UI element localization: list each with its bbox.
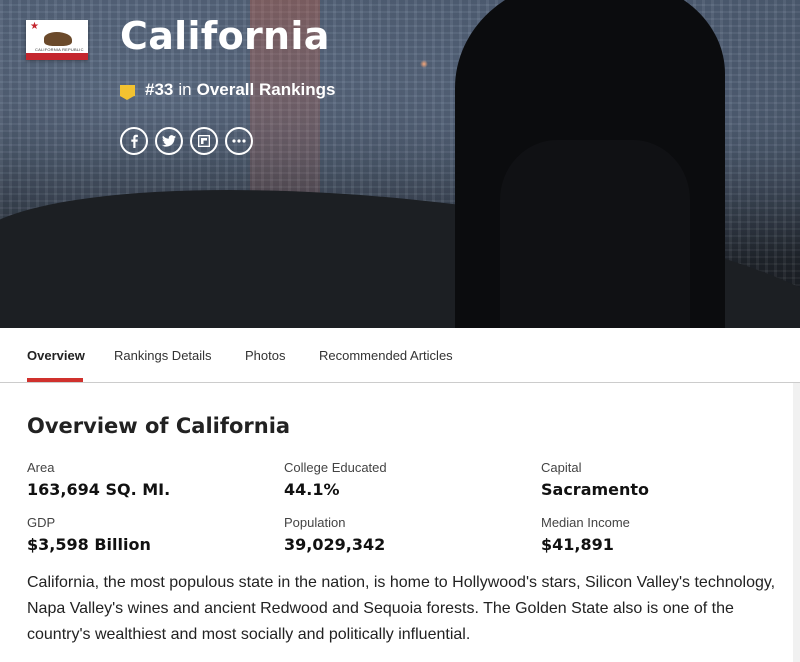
tab-overview[interactable]: Overview	[27, 348, 85, 363]
stat-label: Area	[27, 460, 55, 475]
stat-label: College Educated	[284, 460, 387, 475]
twitter-share-button[interactable]	[155, 127, 183, 155]
page-scrollbar[interactable]	[793, 383, 800, 662]
stat-population: Population 39,029,342	[284, 515, 385, 555]
overview-title: Overview of California	[27, 414, 291, 438]
stat-value: $3,598 Billion	[27, 535, 151, 554]
stat-value: 163,694 SQ. MI.	[27, 480, 171, 499]
stat-median-income: Median Income $41,891	[541, 515, 630, 555]
stat-value: Sacramento	[541, 480, 650, 499]
stat-value: $41,891	[541, 535, 614, 554]
stat-value: 39,029,342	[284, 535, 386, 554]
city-light	[420, 60, 428, 68]
flag-bear-icon	[44, 32, 72, 46]
person-silhouette-body	[500, 140, 690, 328]
tab-photos[interactable]: Photos	[245, 348, 285, 363]
page-title: California	[120, 14, 330, 58]
rank-badge-icon	[120, 84, 135, 100]
flipboard-share-button[interactable]	[190, 127, 218, 155]
flag-star-icon: ★	[30, 21, 39, 32]
overall-rank: #33 in Overall Rankings	[120, 80, 336, 100]
stat-gdp: GDP $3,598 Billion	[27, 515, 151, 555]
more-icon	[232, 139, 246, 143]
flag-stripe	[26, 53, 88, 60]
flag-text: CALIFORNIA REPUBLIC	[35, 47, 84, 52]
active-tab-indicator	[27, 378, 83, 382]
tab-rankings-details[interactable]: Rankings Details	[114, 348, 212, 363]
twitter-icon	[162, 135, 176, 147]
section-tabs: Overview Rankings Details Photos Recomme…	[0, 328, 800, 383]
hero-banner: ★ CALIFORNIA REPUBLIC California #33 in …	[0, 0, 800, 328]
more-share-button[interactable]	[225, 127, 253, 155]
rank-category-link[interactable]: Overall Rankings	[197, 80, 336, 100]
share-buttons	[120, 127, 253, 155]
stat-value: 44.1%	[284, 480, 340, 499]
state-flag-icon: ★ CALIFORNIA REPUBLIC	[26, 20, 88, 60]
facebook-icon	[131, 134, 138, 148]
stat-capital: Capital Sacramento	[541, 460, 649, 500]
stat-label: Population	[284, 515, 346, 530]
stat-area: Area 163,694 SQ. MI.	[27, 460, 170, 500]
stat-label: Capital	[541, 460, 582, 475]
facebook-share-button[interactable]	[120, 127, 148, 155]
rank-number[interactable]: #33	[145, 80, 173, 100]
stat-college-educated: College Educated 44.1%	[284, 460, 387, 500]
flipboard-icon	[198, 135, 210, 147]
stat-label: GDP	[27, 515, 56, 530]
tab-recommended-articles[interactable]: Recommended Articles	[319, 348, 453, 363]
rank-in-text: in	[178, 80, 192, 99]
stat-label: Median Income	[541, 515, 630, 530]
state-description: California, the most populous state in t…	[27, 574, 776, 643]
